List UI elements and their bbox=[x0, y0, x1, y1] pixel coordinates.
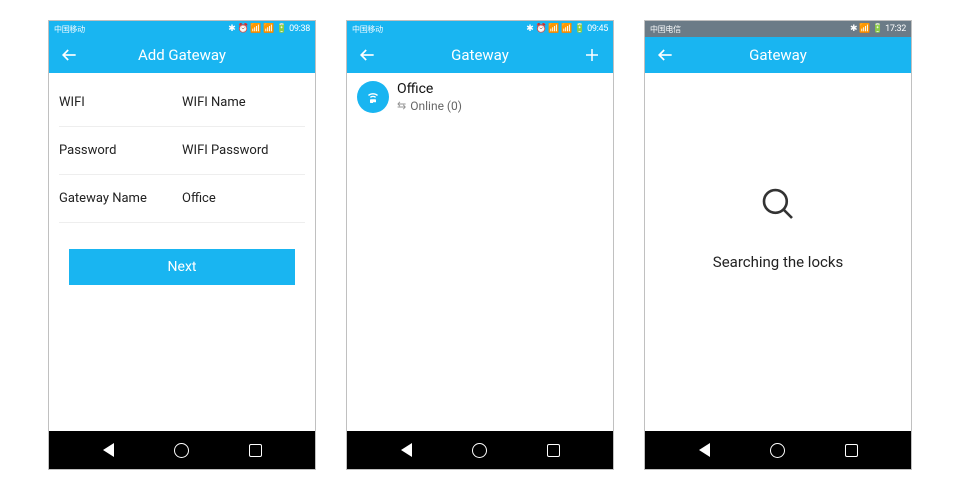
status-carrier: 中国移动 bbox=[352, 24, 383, 35]
gateway-list-item[interactable]: Office ⇆ Online (0) bbox=[347, 73, 613, 122]
circle-home-icon bbox=[472, 443, 487, 458]
alarm-icon: ⏰ bbox=[535, 25, 546, 34]
status-right: ✱ ⏰ 📶 📶 🔋 09:38 bbox=[228, 24, 310, 34]
battery-icon: 🔋 bbox=[872, 25, 883, 34]
battery-icon: 🔋 bbox=[276, 25, 287, 34]
nav-home-button[interactable] bbox=[770, 443, 785, 458]
triangle-back-icon bbox=[401, 443, 412, 457]
android-nav-bar bbox=[49, 431, 315, 469]
status-carrier: 中国电信 bbox=[650, 24, 681, 35]
bluetooth-icon: ✱ bbox=[228, 25, 235, 34]
gateway-item-name: Office bbox=[397, 81, 462, 99]
alarm-icon: ⏰ bbox=[237, 25, 248, 34]
nav-recent-button[interactable] bbox=[249, 444, 262, 457]
bluetooth-icon: ✱ bbox=[850, 25, 857, 34]
status-carrier: 中国移动 bbox=[54, 24, 85, 35]
status-time: 17:32 bbox=[885, 24, 906, 34]
nav-back-button[interactable] bbox=[401, 443, 412, 457]
sync-icon: ⇆ bbox=[397, 99, 406, 113]
phone-add-gateway: 中国移动 ✱ ⏰ 📶 📶 🔋 09:38 Add Gateway WIFI WI… bbox=[48, 20, 316, 470]
password-label: Password bbox=[59, 143, 182, 158]
android-nav-bar bbox=[347, 431, 613, 469]
wifi-label: WIFI bbox=[59, 95, 182, 110]
battery-icon: 🔋 bbox=[574, 25, 585, 34]
gateway-name-value: Office bbox=[182, 191, 305, 206]
circle-home-icon bbox=[770, 443, 785, 458]
header-title: Gateway bbox=[645, 46, 911, 64]
next-button[interactable]: Next bbox=[69, 249, 295, 285]
back-button[interactable] bbox=[59, 37, 79, 73]
nav-recent-button[interactable] bbox=[845, 444, 858, 457]
content-area: Office ⇆ Online (0) bbox=[347, 73, 613, 431]
gateway-icon bbox=[357, 81, 389, 113]
status-time: 09:45 bbox=[587, 24, 608, 34]
signal-icon: 📶 bbox=[263, 25, 274, 34]
phone-gateway-list: 中国移动 ✱ ⏰ 📶 📶 🔋 09:45 Gateway bbox=[346, 20, 614, 470]
android-nav-bar bbox=[645, 431, 911, 469]
nav-back-button[interactable] bbox=[699, 443, 710, 457]
triangle-back-icon bbox=[103, 443, 114, 457]
back-button[interactable] bbox=[655, 37, 675, 73]
status-right: ✱ 📶 🔋 17:32 bbox=[850, 24, 906, 34]
status-time: 09:38 bbox=[289, 24, 310, 34]
back-button[interactable] bbox=[357, 37, 377, 73]
searching-text: Searching the locks bbox=[713, 253, 843, 271]
search-icon bbox=[757, 183, 799, 225]
nav-back-button[interactable] bbox=[103, 443, 114, 457]
wifi-icon: 📶 bbox=[548, 25, 559, 34]
gateway-name-row[interactable]: Gateway Name Office bbox=[59, 175, 305, 223]
header-title: Gateway bbox=[347, 46, 613, 64]
circle-home-icon bbox=[174, 443, 189, 458]
nav-home-button[interactable] bbox=[472, 443, 487, 458]
wifi-row[interactable]: WIFI WIFI Name bbox=[59, 79, 305, 127]
triangle-back-icon bbox=[699, 443, 710, 457]
bluetooth-icon: ✱ bbox=[526, 25, 533, 34]
header-title: Add Gateway bbox=[49, 46, 315, 64]
status-right: ✱ ⏰ 📶 📶 🔋 09:45 bbox=[526, 24, 608, 34]
nav-home-button[interactable] bbox=[174, 443, 189, 458]
gateway-item-text: Office ⇆ Online (0) bbox=[397, 81, 462, 114]
wifi-value: WIFI Name bbox=[182, 95, 305, 110]
password-row[interactable]: Password WIFI Password bbox=[59, 127, 305, 175]
square-recent-icon bbox=[547, 444, 560, 457]
header: Add Gateway bbox=[49, 37, 315, 73]
header: Gateway bbox=[645, 37, 911, 73]
status-bar: 中国电信 ✱ 📶 🔋 17:32 bbox=[645, 21, 911, 37]
content-area: WIFI WIFI Name Password WIFI Password Ga… bbox=[49, 73, 315, 431]
gateway-item-status: Online (0) bbox=[410, 99, 462, 114]
square-recent-icon bbox=[249, 444, 262, 457]
status-bar: 中国移动 ✱ ⏰ 📶 📶 🔋 09:38 bbox=[49, 21, 315, 37]
signal-icon: 📶 bbox=[561, 25, 572, 34]
nav-recent-button[interactable] bbox=[547, 444, 560, 457]
square-recent-icon bbox=[845, 444, 858, 457]
wifi-icon: 📶 bbox=[250, 25, 261, 34]
add-gateway-button[interactable] bbox=[583, 37, 601, 73]
content-area: Searching the locks bbox=[645, 73, 911, 431]
password-value: WIFI Password bbox=[182, 143, 305, 158]
gateway-name-label: Gateway Name bbox=[59, 191, 182, 206]
phone-searching-locks: 中国电信 ✱ 📶 🔋 17:32 Gateway Searching the l… bbox=[644, 20, 912, 470]
status-bar: 中国移动 ✱ ⏰ 📶 📶 🔋 09:45 bbox=[347, 21, 613, 37]
header: Gateway bbox=[347, 37, 613, 73]
signal-icon: 📶 bbox=[859, 25, 870, 34]
